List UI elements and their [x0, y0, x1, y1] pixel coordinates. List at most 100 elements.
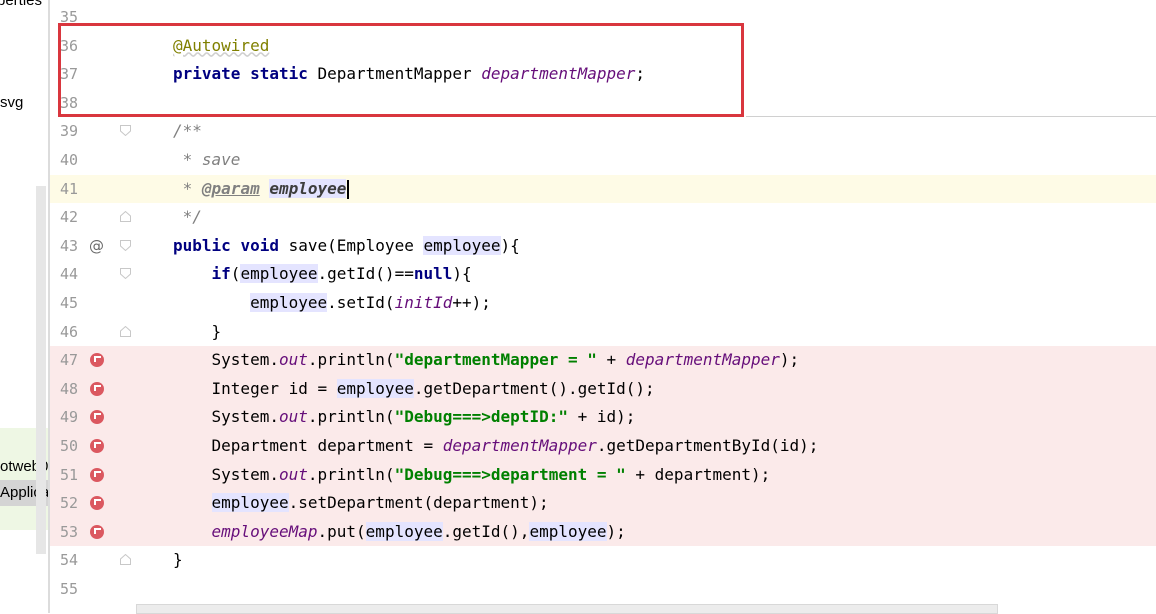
- fold-open-icon[interactable]: [120, 268, 131, 280]
- code-token: + id);: [567, 407, 636, 427]
- breakpoint-icon[interactable]: [90, 410, 104, 425]
- line-number: 41: [59, 179, 78, 198]
- code-token: save(Employee: [278, 235, 424, 255]
- code-line[interactable]: 52 employee.setDepartment(department);: [50, 489, 1156, 518]
- code-line[interactable]: 49 System.out.println("Debug===>deptID:"…: [50, 403, 1156, 432]
- code-token: null: [413, 264, 453, 284]
- code-token: .put(: [317, 521, 366, 541]
- code-token: System.: [173, 407, 279, 427]
- line-number: 54: [59, 551, 78, 570]
- code-text: System.out.println("Debug===>department …: [173, 461, 771, 490]
- code-token: @param: [201, 178, 260, 198]
- code-text: if(employee.getId()==null){: [173, 260, 472, 289]
- code-token: }: [173, 321, 222, 341]
- line-number: 43: [59, 236, 78, 255]
- code-token: ){: [452, 264, 472, 284]
- fold-open-icon[interactable]: [120, 239, 131, 251]
- code-token: departmentMapper: [625, 350, 780, 370]
- code-token: +: [596, 350, 626, 370]
- breakpoint-icon[interactable]: [90, 381, 104, 396]
- line-number: 55: [59, 580, 78, 598]
- code-line[interactable]: 43 @ public void save(Employee employee){: [50, 232, 1156, 261]
- code-token: employeeMap: [211, 521, 318, 541]
- code-token: .getId()==: [317, 264, 414, 284]
- breakpoint-icon[interactable]: [90, 467, 104, 482]
- code-line[interactable]: 51 System.out.println("Debug===>departme…: [50, 460, 1156, 490]
- code-token: employee: [250, 293, 328, 312]
- code-token: public: [173, 235, 231, 255]
- code-token: initId: [394, 293, 453, 312]
- code-line[interactable]: 45 employee.setId(initId++);: [50, 289, 1156, 318]
- code-token: .setId(: [327, 293, 395, 312]
- line-number: 40: [59, 151, 78, 169]
- code-text: * @param employee: [173, 175, 349, 204]
- breakpoint-icon[interactable]: [90, 439, 104, 453]
- method-separator: [746, 116, 1156, 117]
- line-number: 50: [59, 437, 78, 455]
- fold-open-icon[interactable]: [120, 125, 131, 137]
- code-token: System.: [173, 350, 279, 370]
- code-token: *: [173, 178, 202, 198]
- code-token: System.: [173, 464, 279, 484]
- line-number: 44: [59, 265, 78, 284]
- code-text: */: [173, 203, 202, 232]
- code-token: employee: [240, 264, 318, 284]
- code-token: Integer id =: [173, 378, 337, 398]
- highlight-box: [58, 23, 744, 117]
- breakpoint-icon[interactable]: [90, 524, 104, 539]
- code-token: out: [278, 350, 308, 370]
- project-scrollbar[interactable]: [36, 186, 46, 554]
- code-token: ++);: [452, 293, 491, 312]
- code-token: .println(: [307, 350, 395, 370]
- fold-close-icon[interactable]: [120, 211, 131, 223]
- code-line[interactable]: 47 System.out.println("departmentMapper …: [50, 346, 1156, 375]
- code-token: }: [173, 550, 183, 570]
- code-token: employee: [336, 378, 414, 398]
- code-line[interactable]: 41 * @param employee: [50, 174, 1156, 204]
- line-number: 51: [59, 465, 78, 484]
- project-item-properties[interactable]: perties: [0, 0, 42, 9]
- code-line[interactable]: 53 employeeMap.put(employee.getId(),empl…: [50, 517, 1156, 547]
- code-text: employeeMap.put(employee.getId(),employe…: [173, 518, 626, 547]
- code-line[interactable]: 55: [50, 575, 1156, 604]
- code-token: .getId(),: [442, 521, 530, 541]
- line-number: 45: [59, 294, 78, 312]
- project-panel: perties svg otweb0 Applica: [0, 0, 50, 613]
- code-token: "departmentMapper = ": [394, 350, 597, 370]
- breakpoint-icon[interactable]: [90, 353, 104, 368]
- code-token: ){: [500, 235, 520, 255]
- code-text: }: [173, 318, 222, 347]
- line-number: 42: [59, 208, 78, 227]
- fold-close-icon[interactable]: [120, 554, 131, 566]
- code-line[interactable]: 40 * save: [50, 146, 1156, 175]
- code-line[interactable]: 50 Department department = departmentMap…: [50, 432, 1156, 461]
- code-line[interactable]: 48 Integer id = employee.getDepartment()…: [50, 374, 1156, 404]
- code-text: Department department = departmentMapper…: [173, 432, 819, 461]
- code-token: );: [606, 521, 626, 541]
- fold-close-icon[interactable]: [120, 325, 131, 337]
- line-number: 49: [59, 408, 78, 427]
- code-line[interactable]: 46 }: [50, 318, 1156, 347]
- code-line[interactable]: 39 /**: [50, 117, 1156, 146]
- code-text: System.out.println("Debug===>deptID:" + …: [173, 403, 636, 432]
- code-line[interactable]: 42 */: [50, 203, 1156, 232]
- autowired-gutter-icon[interactable]: @: [89, 232, 104, 261]
- code-line[interactable]: 54}: [50, 546, 1156, 575]
- breakpoint-icon[interactable]: [90, 496, 104, 511]
- code-token: employee: [269, 178, 347, 198]
- code-token: void: [240, 235, 279, 255]
- code-text: System.out.println("departmentMapper = "…: [173, 346, 800, 375]
- line-number: 52: [59, 494, 78, 513]
- line-number: 46: [59, 322, 78, 341]
- code-token: employee: [423, 235, 501, 255]
- line-number: 53: [59, 522, 78, 541]
- code-line[interactable]: 44 if(employee.getId()==null){: [50, 260, 1156, 289]
- line-number: 48: [59, 379, 78, 398]
- code-token: employee: [211, 493, 289, 513]
- project-item-svg[interactable]: svg: [0, 94, 23, 111]
- code-token: if: [211, 264, 231, 284]
- code-token: .println(: [307, 407, 395, 427]
- code-text: public void save(Employee employee){: [173, 232, 520, 261]
